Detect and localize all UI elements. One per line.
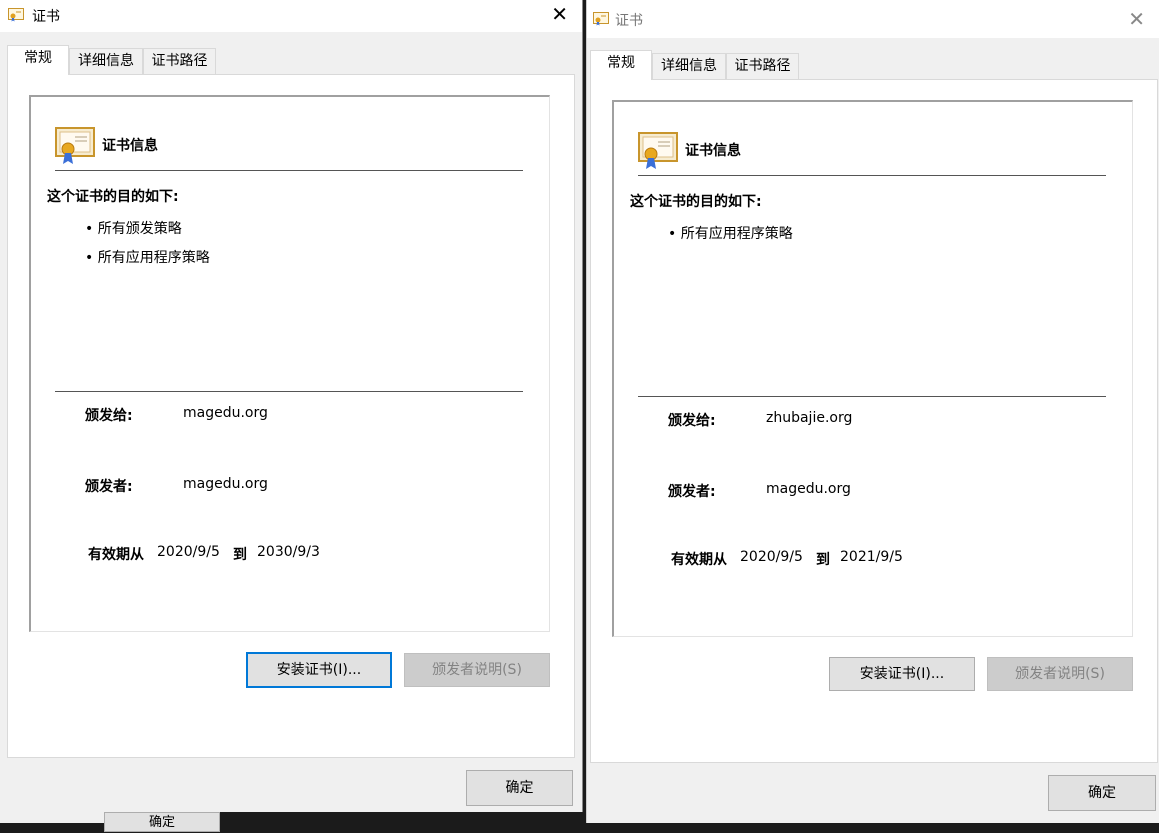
close-icon[interactable]: ✕ [1128,8,1145,30]
certificate-info-header: 证书信息 [685,143,741,159]
valid-from-value: 2020/9/5 [157,544,220,560]
certificate-icon [593,12,609,26]
install-certificate-button[interactable]: 安装证书(I)... [246,652,392,688]
valid-from-label: 有效期从 [671,552,727,568]
window-title: 证书 [615,13,643,29]
valid-to-label: 到 [233,547,247,563]
valid-to-value: 2021/9/5 [840,549,903,565]
details-divider [638,396,1106,397]
issued-by-value: magedu.org [766,481,851,497]
purpose-heading: 这个证书的目的如下: [47,189,179,205]
details-divider [55,391,523,392]
valid-from-label: 有效期从 [88,547,144,563]
valid-from-value: 2020/9/5 [740,549,803,565]
certificate-dialog-2: 证书 ✕ 常规 详细信息 证书路径 证书信息 这个证书的目的如下: • 所有应用… [586,0,1159,823]
purpose-item: • 所有颁发策略 [85,221,182,237]
issued-to-label: 颁发给: [85,408,133,424]
tab-certification-path[interactable]: 证书路径 [143,48,216,74]
tab-details[interactable]: 详细信息 [652,53,726,79]
title-bar: 证书 ✕ [0,0,582,32]
certificate-icon [8,8,24,22]
background-ok-button: 确定 [104,812,220,832]
close-icon[interactable]: ✕ [551,3,568,25]
valid-to-label: 到 [816,552,830,568]
certificate-info-header: 证书信息 [102,138,158,154]
tab-panel: 证书信息 这个证书的目的如下: • 所有应用程序策略 颁发给: zhubajie… [590,79,1158,763]
ok-button[interactable]: 确定 [1048,775,1156,811]
issuer-statement-button[interactable]: 颁发者说明(S) [987,657,1133,691]
certificate-large-icon [638,132,678,169]
background-window [0,812,104,823]
purpose-heading: 这个证书的目的如下: [630,194,762,210]
issuer-statement-button[interactable]: 颁发者说明(S) [404,653,550,687]
certificate-large-icon [55,127,95,164]
header-divider [638,175,1106,176]
tab-general[interactable]: 常规 [7,45,69,75]
issued-to-label: 颁发给: [668,413,716,429]
tab-general[interactable]: 常规 [590,50,652,80]
install-certificate-button[interactable]: 安装证书(I)... [829,657,975,691]
tab-panel: 证书信息 这个证书的目的如下: • 所有颁发策略 • 所有应用程序策略 颁发给:… [7,74,575,758]
issued-to-value: zhubajie.org [766,410,853,426]
issued-by-label: 颁发者: [85,479,133,495]
issued-by-label: 颁发者: [668,484,716,500]
certificate-dialog-1: 证书 ✕ 常规 详细信息 证书路径 证书信息 这个证书的目的如下: • 所有颁发… [0,0,583,812]
purpose-item: • 所有应用程序策略 [668,226,793,242]
valid-to-value: 2030/9/3 [257,544,320,560]
title-bar: 证书 ✕ [587,0,1159,38]
certificate-info-box: 证书信息 这个证书的目的如下: • 所有应用程序策略 颁发给: zhubajie… [612,100,1133,637]
purpose-item: • 所有应用程序策略 [85,250,210,266]
tab-details[interactable]: 详细信息 [69,48,143,74]
header-divider [55,170,523,171]
issued-to-value: magedu.org [183,405,268,421]
issued-by-value: magedu.org [183,476,268,492]
tab-certification-path[interactable]: 证书路径 [726,53,799,79]
window-title: 证书 [32,9,60,25]
certificate-info-box: 证书信息 这个证书的目的如下: • 所有颁发策略 • 所有应用程序策略 颁发给:… [29,95,550,632]
ok-button[interactable]: 确定 [466,770,573,806]
